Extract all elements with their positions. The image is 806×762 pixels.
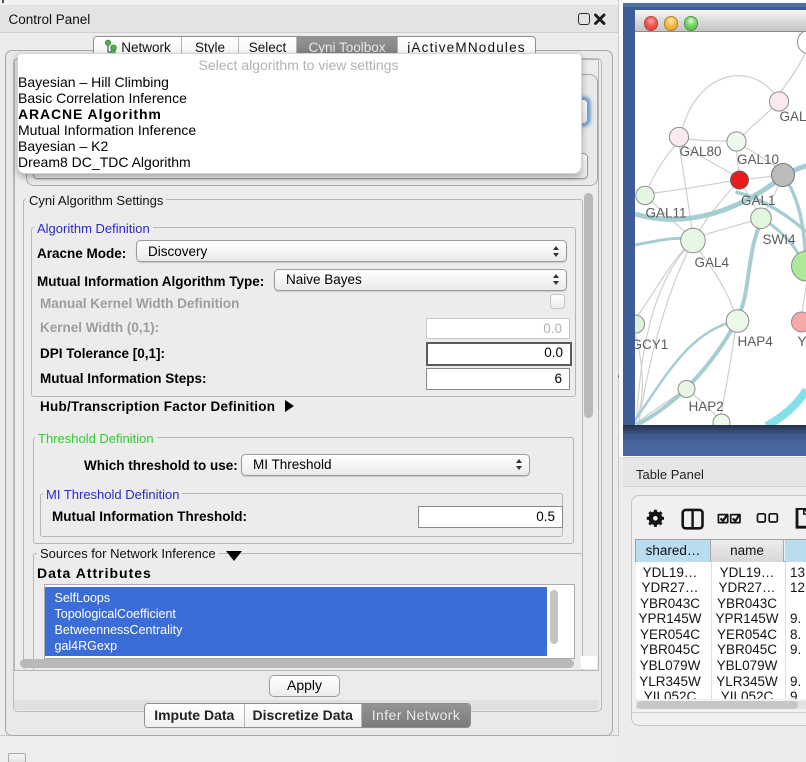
- svg-text:GAL: GAL: [779, 109, 806, 124]
- svg-text:GAL10: GAL10: [736, 152, 778, 167]
- svg-text:GAL1: GAL1: [740, 193, 774, 208]
- svg-text:GAL11: GAL11: [645, 205, 686, 220]
- svg-text:HAP2: HAP2: [688, 399, 723, 414]
- svg-text:GCY1: GCY1: [635, 337, 668, 352]
- svg-text:SWI4: SWI4: [762, 232, 795, 247]
- svg-text:GAL80: GAL80: [679, 144, 721, 159]
- svg-text:GAL4: GAL4: [694, 255, 729, 270]
- svg-text:HAP4: HAP4: [737, 334, 773, 349]
- svg-text:Y: Y: [797, 334, 806, 349]
